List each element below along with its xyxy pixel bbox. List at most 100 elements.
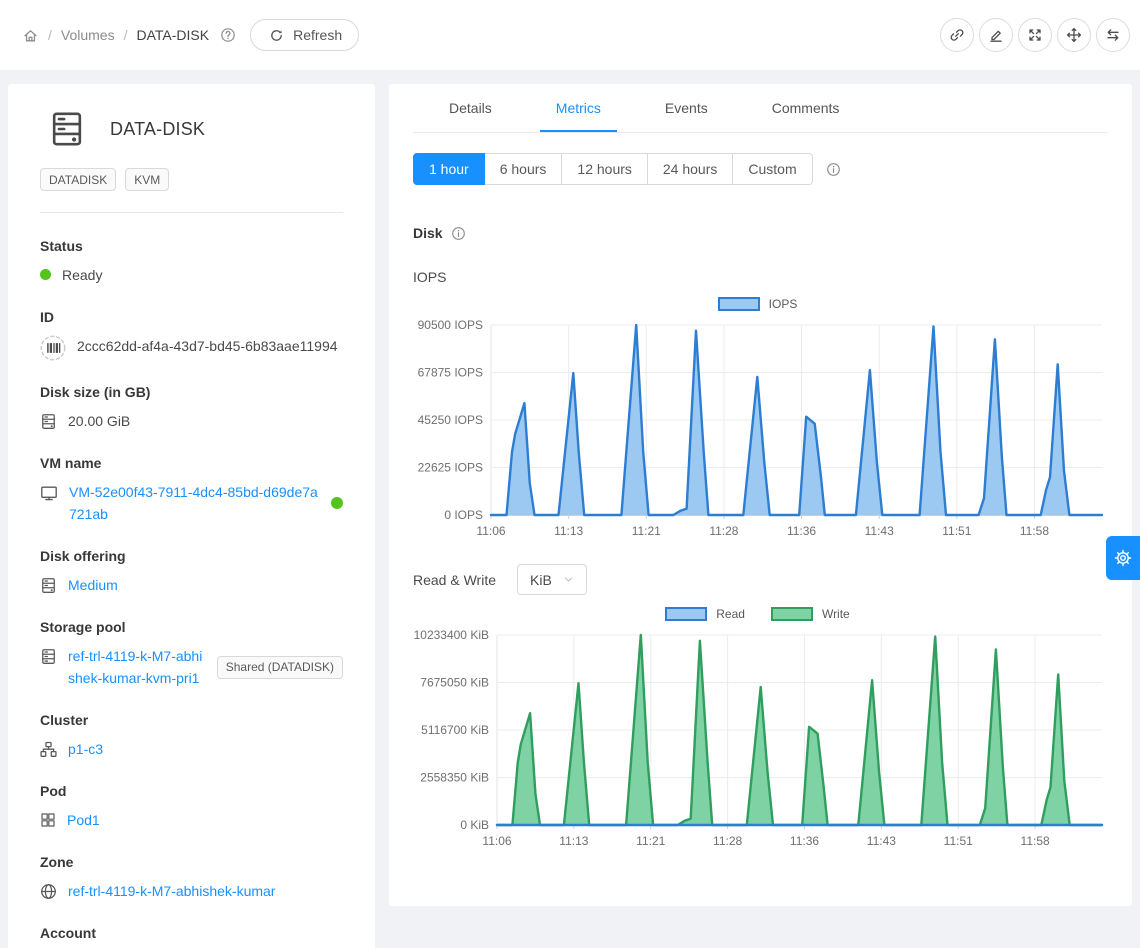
legend-swatch (771, 607, 813, 621)
drag-icon[interactable] (1057, 18, 1091, 52)
status-value: Ready (62, 264, 102, 286)
field-value-vm-name[interactable]: VM-52e00f43-7911-4dc4-85bd-d69de7a721ab (69, 481, 320, 525)
field-value-row: ref-trl-4119-k-M7-abhishek-kumar (40, 880, 343, 902)
field-value-cluster[interactable]: p1-c3 (68, 738, 103, 760)
read-write-chart-wrap: ReadWrite0 KiB2558350 KiB5116700 KiB7675… (405, 605, 1110, 853)
link-icon[interactable] (940, 18, 974, 52)
iops-chart: 0 IOPS22625 IOPS45250 IOPS67875 IOPS9050… (405, 317, 1110, 543)
axis-tick-label: 11:51 (942, 524, 971, 538)
field-label: Storage pool (40, 619, 343, 635)
field-label: VM name (40, 455, 343, 471)
field-value-row: Pod1 (40, 809, 343, 831)
resource-head: DATA-DISK (8, 84, 375, 168)
field-value-row: VM-52e00f43-7911-4dc4-85bd-d69de7a721ab (40, 481, 343, 525)
axis-tick-label: 11:21 (632, 524, 661, 538)
unit-select-value: KiB (530, 572, 552, 588)
tab-comments[interactable]: Comments (756, 84, 856, 132)
field-value-pod[interactable]: Pod1 (67, 809, 100, 831)
axis-tick-label: 11:06 (482, 834, 511, 848)
hdd-icon (40, 577, 57, 594)
read-write-row: Read & Write KiB (413, 564, 1108, 595)
field-account: Accountadmin (40, 925, 343, 948)
axis-tick-label: 10233400 KiB (414, 628, 489, 642)
header-actions (940, 18, 1130, 52)
legend-label: Write (822, 607, 850, 621)
field-disk-offering: Disk offering Medium (40, 548, 343, 596)
axis-tick-label: 0 KiB (460, 818, 489, 832)
field-label: Pod (40, 783, 343, 799)
field-label: ID (40, 309, 343, 325)
field-value-storage-pool[interactable]: ref-trl-4119-k-M7-abhishek-kumar-kvm-pri… (68, 645, 206, 689)
disk-section-heading: Disk (413, 225, 1108, 241)
info-circle-icon[interactable] (826, 162, 841, 177)
axis-tick-label: 11:58 (1020, 524, 1049, 538)
legend-item-iops[interactable]: IOPS (718, 297, 798, 311)
field-label: Zone (40, 854, 343, 870)
read-write-chart: 0 KiB2558350 KiB5116700 KiB7675050 KiB10… (405, 627, 1110, 853)
field-value-zone[interactable]: ref-trl-4119-k-M7-abhishek-kumar (68, 880, 275, 902)
time-range-row: 1 hour6 hours12 hours24 hoursCustom (413, 153, 1108, 185)
field-label: Account (40, 925, 343, 941)
legend-swatch (718, 297, 760, 311)
vm-running-dot (331, 497, 343, 509)
detail-panel: Details Metrics Events Comments 1 hour6 hou… (389, 84, 1132, 906)
range-custom[interactable]: Custom (733, 153, 812, 185)
axis-tick-label: 11:21 (636, 834, 665, 848)
breadcrumb: / Volumes / DATA-DISK (20, 27, 236, 44)
axis-tick-label: 45250 IOPS (418, 413, 483, 427)
legend-item-read[interactable]: Read (665, 607, 745, 621)
axis-tick-label: 11:06 (476, 524, 505, 538)
field-value-row: 2ccc62dd-af4a-43d7-bd45-6b83aae11994 (40, 335, 343, 361)
desktop-icon (40, 484, 58, 502)
shared-tag: Shared (DATADISK) (217, 656, 343, 679)
range-12-hours[interactable]: 12 hours (562, 153, 647, 185)
field-value-id: 2ccc62dd-af4a-43d7-bd45-6b83aae11994 (77, 335, 338, 357)
resource-tag: KVM (125, 168, 169, 191)
tab-details[interactable]: Details (433, 84, 508, 132)
range-1-hour[interactable]: 1 hour (413, 153, 485, 185)
status-dot (40, 269, 51, 280)
range-24-hours[interactable]: 24 hours (648, 153, 733, 185)
field-value-row: 20.00 GiB (40, 410, 343, 432)
field-disk-size-in-gb: Disk size (in GB)20.00 GiB (40, 384, 343, 432)
axis-tick-label: 11:28 (713, 834, 742, 848)
volume-icon (48, 110, 86, 148)
iops-chart-wrap: IOPS0 IOPS22625 IOPS45250 IOPS67875 IOPS… (405, 295, 1110, 543)
field-status: StatusReady (40, 238, 343, 286)
question-circle-icon[interactable] (220, 27, 236, 43)
axis-tick-label: 67875 IOPS (418, 366, 483, 380)
breadcrumb-volumes[interactable]: Volumes (61, 27, 115, 43)
resource-tag: DATADISK (40, 168, 116, 191)
field-zone: Zone ref-trl-4119-k-M7-abhishek-kumar (40, 854, 343, 902)
axis-tick-label: 11:36 (790, 834, 819, 848)
breadcrumb-separator: / (48, 27, 52, 43)
field-label: Cluster (40, 712, 343, 728)
disk-section-title: Disk (413, 225, 443, 241)
breadcrumb-current: DATA-DISK (136, 27, 209, 43)
home-icon[interactable] (22, 27, 39, 44)
iops-chart-legend: IOPS (405, 295, 1110, 313)
legend-item-write[interactable]: Write (771, 607, 850, 621)
resource-tags: DATADISK KVM (8, 168, 375, 191)
hdd-icon (40, 413, 57, 430)
tab-events[interactable]: Events (649, 84, 724, 132)
fullscreen-icon[interactable] (1018, 18, 1052, 52)
tab-metrics[interactable]: Metrics (540, 84, 617, 132)
refresh-button[interactable]: Refresh (250, 19, 359, 51)
edit-icon[interactable] (979, 18, 1013, 52)
axis-tick-label: 90500 IOPS (418, 318, 483, 332)
settings-button[interactable] (1106, 536, 1140, 580)
field-label: Disk offering (40, 548, 343, 564)
unit-select[interactable]: KiB (517, 564, 587, 595)
info-circle-icon[interactable] (451, 226, 466, 241)
swap-icon[interactable] (1096, 18, 1130, 52)
database-icon (40, 648, 57, 665)
field-value-row: Medium (40, 574, 343, 596)
field-value-disk-offering[interactable]: Medium (68, 574, 118, 596)
axis-tick-label: 7675050 KiB (420, 676, 489, 690)
axis-tick-label: 11:58 (1021, 834, 1050, 848)
range-6-hours[interactable]: 6 hours (485, 153, 563, 185)
field-storage-pool: Storage pool ref-trl-4119-k-M7-abhishek-k… (40, 619, 343, 689)
axis-tick-label: 0 IOPS (444, 508, 483, 522)
legend-label: IOPS (769, 297, 798, 311)
